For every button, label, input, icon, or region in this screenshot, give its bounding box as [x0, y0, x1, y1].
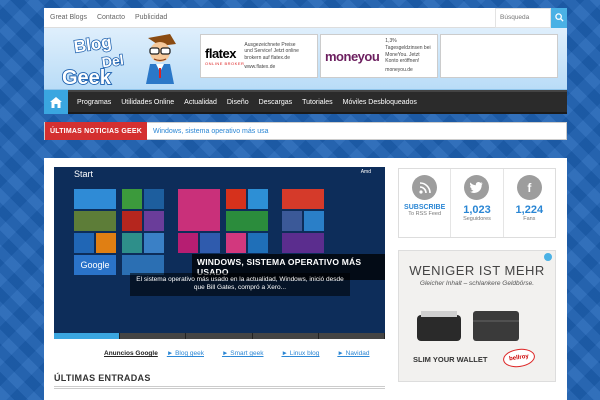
main-content: Start Amd Google WINDOWS, SISTEMA OPERAT…: [44, 158, 567, 400]
slider-dot[interactable]: [186, 333, 253, 339]
geek-mascot-icon: [146, 34, 176, 84]
home-icon: [50, 96, 62, 108]
link-navidad[interactable]: ► Navidad: [337, 350, 378, 357]
moneyou-logo: moneyou: [325, 48, 380, 64]
nav-item-diseno[interactable]: Diseño: [227, 99, 249, 106]
windows-start-label: Start: [74, 169, 94, 179]
ad-headline: WENIGER IST MEHR: [409, 263, 545, 278]
rss-icon: [412, 175, 438, 200]
ticker-headline[interactable]: Windows, sistema operativo más usa: [153, 128, 269, 135]
ad-info-icon[interactable]: [544, 253, 552, 261]
flatex-ad-text: Ausgezeichnete Preise und Service! Jetzt…: [244, 41, 299, 70]
logo-word-geek: Geek: [62, 67, 112, 88]
link-unit: Anuncios Google ► Blog geek ► Smart geek…: [104, 350, 387, 357]
news-ticker: ÚLTIMAS NOTICIAS GEEK Windows, sistema o…: [44, 122, 567, 140]
facebook-icon: f: [516, 175, 542, 200]
slide-excerpt: El sistema operativo más usado en la act…: [130, 273, 350, 296]
top-link-publicidad[interactable]: Publicidad: [135, 14, 167, 21]
nav-item-actualidad[interactable]: Actualidad: [184, 99, 217, 106]
top-link-great-blogs[interactable]: Great Blogs: [50, 14, 87, 21]
link-anuncios-google[interactable]: Anuncios Google: [104, 350, 158, 357]
moneyou-ad-text: 1,3% Tagesgeldzinsen bei MoneYou. Jetzt …: [385, 38, 431, 74]
main-nav: Programas Utilidades Online Actualidad D…: [44, 90, 567, 114]
twitter-icon: [464, 175, 490, 200]
windows-user-label: Amd: [360, 169, 371, 175]
slider-pager[interactable]: [54, 333, 385, 339]
slider-dot[interactable]: [120, 333, 187, 339]
featured-slider[interactable]: Start Amd Google WINDOWS, SISTEMA OPERAT…: [54, 167, 385, 339]
nav-home-button[interactable]: [44, 90, 68, 114]
link-blog-geek[interactable]: ► Blog geek: [167, 350, 213, 357]
nav-item-tutoriales[interactable]: Tutoriales: [302, 99, 332, 106]
page-wrapper: Great Blogs Contacto Publicidad Blog Del…: [44, 7, 567, 140]
slider-dot[interactable]: [54, 333, 121, 339]
latest-posts-heading: ÚLTIMAS ENTRADAS: [54, 373, 385, 389]
nav-item-moviles[interactable]: Móviles Desbloqueados: [343, 99, 417, 106]
slider-dot[interactable]: [319, 333, 385, 339]
ad-cta: SLIM YOUR WALLET: [413, 355, 488, 364]
google-tile: Google: [74, 255, 116, 275]
nav-item-utilidades[interactable]: Utilidades Online: [121, 99, 174, 106]
flatex-logo: flatex ONLINE BROKER: [205, 46, 245, 66]
search-box: [495, 7, 567, 28]
nav-item-programas[interactable]: Programas: [77, 99, 111, 106]
rss-counter[interactable]: SUBSCRIBE To RSS Feed: [399, 169, 452, 237]
ad-flatex[interactable]: flatex ONLINE BROKER Ausgezeichnete Prei…: [200, 34, 318, 78]
sidebar-ad-bellroy[interactable]: WENIGER IST MEHR Gleicher Inhalt – schla…: [398, 250, 556, 382]
search-input[interactable]: [495, 7, 551, 28]
ticker-tag: ÚLTIMAS NOTICIAS GEEK: [45, 122, 147, 140]
top-bar: Great Blogs Contacto Publicidad: [44, 7, 567, 28]
ad-subline: Gleicher Inhalt – schlankere Geldbörse.: [419, 280, 535, 287]
facebook-counter[interactable]: f 1,224 Fans: [504, 169, 555, 237]
twitter-counter[interactable]: 1,023 Seguidores: [451, 169, 504, 237]
social-counters: SUBSCRIBE To RSS Feed 1,023 Seguidores f…: [398, 168, 556, 238]
bellroy-logo: bellroy: [501, 346, 537, 370]
site-header: Blog Del Geek flatex ONLINE BROKER Ausge…: [44, 28, 567, 90]
wallet-icon: [417, 311, 519, 341]
nav-item-descargas[interactable]: Descargas: [259, 99, 292, 106]
ad-moneyou[interactable]: moneyou 1,3% Tagesgeldzinsen bei MoneYou…: [320, 34, 438, 78]
search-icon: [554, 13, 564, 22]
site-logo[interactable]: Blog Del Geek: [52, 32, 192, 90]
link-smart-geek[interactable]: ► Smart geek: [222, 350, 273, 357]
link-linux-blog[interactable]: ► Linux blog: [281, 350, 328, 357]
slider-dot[interactable]: [253, 333, 319, 339]
top-link-contacto[interactable]: Contacto: [97, 14, 125, 21]
search-button[interactable]: [551, 7, 567, 28]
ad-empty-slot: [440, 34, 558, 78]
